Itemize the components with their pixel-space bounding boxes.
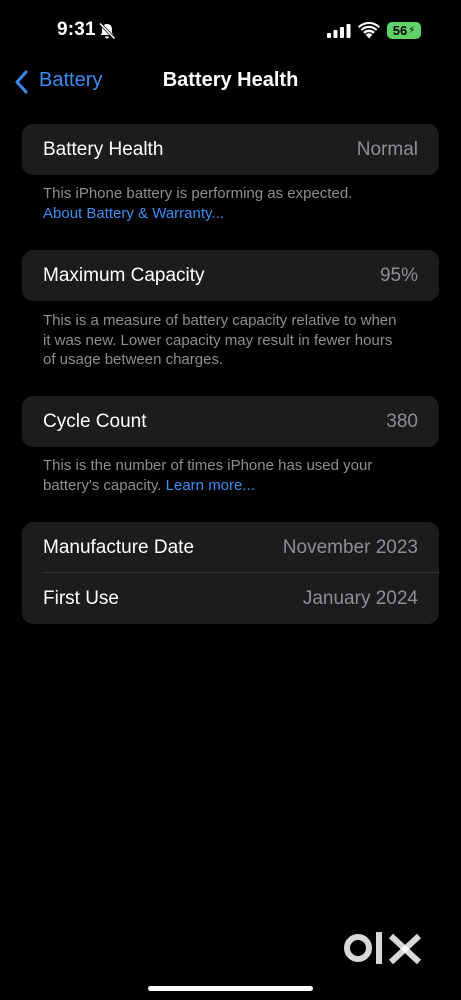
cycle-count-value: 380 xyxy=(386,410,418,432)
cycle-count-label: Cycle Count xyxy=(43,410,147,432)
bell-slash-icon xyxy=(98,22,116,40)
first-use-value: January 2024 xyxy=(302,587,418,609)
manufacture-date-label: Manufacture Date xyxy=(43,536,195,558)
first-use-label: First Use xyxy=(43,587,119,609)
status-time: 9:31 xyxy=(57,19,96,40)
learn-more-link[interactable]: Learn more... xyxy=(166,477,255,494)
page-title: Battery Health xyxy=(162,69,299,91)
battery-health-row: Battery Health Normal xyxy=(22,124,439,175)
battery-percent: 56 xyxy=(392,23,408,38)
first-use-row: First Use January 2024 xyxy=(22,573,439,624)
about-battery-warranty-link[interactable]: About Battery & Warranty... xyxy=(43,205,224,222)
maximum-capacity-footnote: This is a measure of battery capacity re… xyxy=(43,312,397,368)
charging-bolt-icon: ⚡ xyxy=(408,25,416,36)
maximum-capacity-label: Maximum Capacity xyxy=(43,264,205,286)
manufacture-date-value: November 2023 xyxy=(282,536,418,558)
battery-health-screen: 9:31 56 ⚡ Battery Battery Health Battery… xyxy=(0,0,461,1000)
olx-watermark-logo xyxy=(344,932,422,965)
battery-health-footnote: This iPhone battery is performing as exp… xyxy=(43,184,423,223)
cycle-count-footnote: This is the number of times iPhone has u… xyxy=(43,456,413,495)
wifi-icon xyxy=(358,22,380,39)
dates-card: Manufacture Date November 2023 First Use… xyxy=(22,522,439,624)
battery-health-label: Battery Health xyxy=(43,138,164,160)
battery-charging-icon: 56 ⚡ xyxy=(387,22,421,39)
battery-health-value: Normal xyxy=(356,138,418,160)
cellular-signal-icon xyxy=(327,24,351,38)
cycle-count-row: Cycle Count 380 xyxy=(22,396,439,447)
home-indicator[interactable] xyxy=(148,986,313,991)
maximum-capacity-row: Maximum Capacity 95% xyxy=(22,250,439,301)
manufacture-date-row: Manufacture Date November 2023 xyxy=(22,522,439,573)
maximum-capacity-card: Maximum Capacity 95% xyxy=(22,250,439,301)
battery-health-card: Battery Health Normal xyxy=(22,124,439,175)
battery-health-description: This iPhone battery is performing as exp… xyxy=(43,185,353,202)
maximum-capacity-value: 95% xyxy=(379,264,418,286)
status-bar: 9:31 56 ⚡ xyxy=(0,0,461,62)
cycle-count-card: Cycle Count 380 xyxy=(22,396,439,447)
